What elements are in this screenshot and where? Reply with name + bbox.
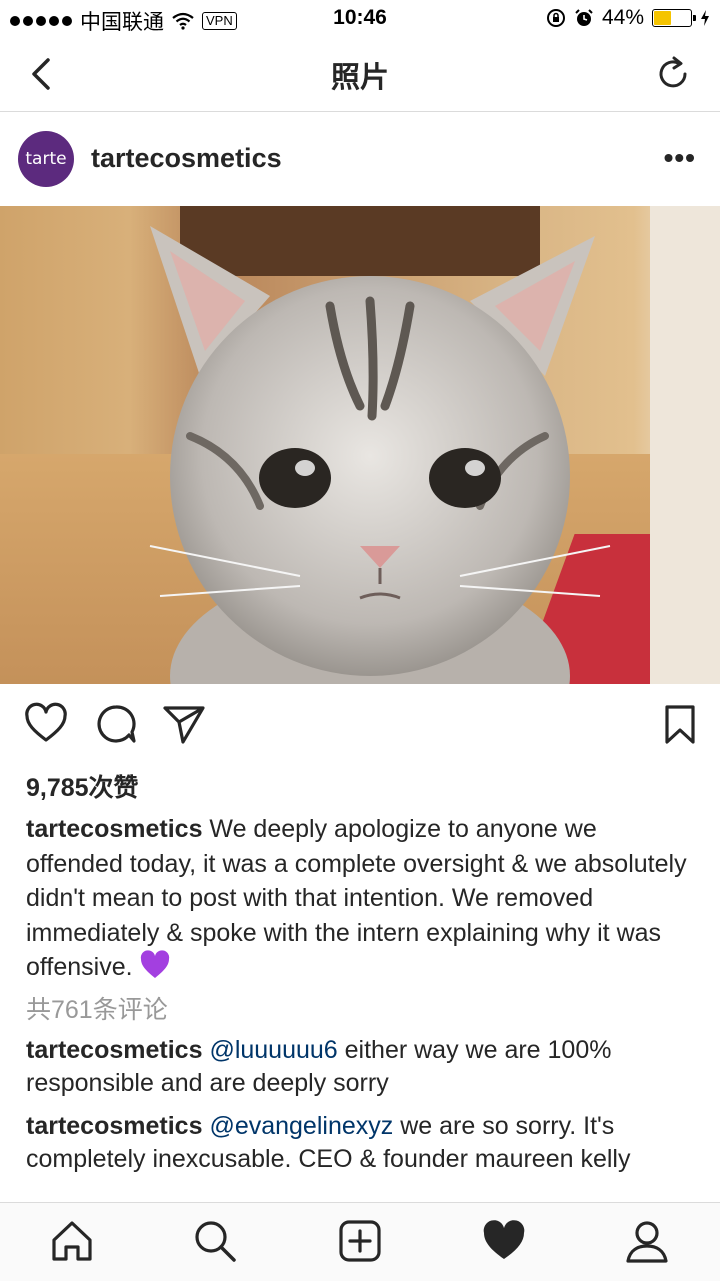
comment-mention[interactable]: @evangelinexyz [209, 1112, 393, 1140]
status-bar: 中国联通 VPN 10:46 44% [0, 0, 720, 38]
add-post-icon[interactable] [337, 1218, 383, 1264]
charging-icon [701, 10, 709, 26]
comment-mention[interactable]: @luuuuuu6 [209, 1036, 337, 1064]
profile-icon[interactable] [624, 1218, 670, 1264]
comment-bubble-icon[interactable] [94, 702, 138, 746]
avatar[interactable]: tarte [18, 131, 74, 187]
like-count[interactable]: 9,785次赞 [26, 768, 139, 804]
caption-username[interactable]: tartecosmetics [26, 815, 202, 843]
status-right: 44% [546, 6, 710, 30]
comment-username[interactable]: tartecosmetics [26, 1112, 202, 1140]
bookmark-icon[interactable] [658, 702, 702, 746]
cat-photo-illustration [149, 226, 611, 684]
heart-filled-icon[interactable] [481, 1218, 527, 1264]
home-icon[interactable] [49, 1218, 95, 1264]
bottom-tab-bar [0, 1202, 720, 1281]
comment-item: tartecosmetics @evangelinexyz we are so … [26, 1110, 698, 1202]
comment-item: tartecosmetics @luuuuuu6 either way we a… [26, 1034, 698, 1100]
refresh-icon[interactable] [652, 52, 696, 96]
navigation-bar: 照片 [0, 38, 720, 112]
avatar-logo-text: tarte [25, 149, 67, 169]
post-username[interactable]: tartecosmetics [91, 143, 282, 174]
battery-percent: 44% [601, 6, 644, 29]
more-dots-icon[interactable]: ••• [664, 142, 696, 174]
comment-username[interactable]: tartecosmetics [26, 1036, 202, 1064]
paper-plane-icon[interactable] [162, 702, 206, 746]
battery-icon [652, 9, 696, 27]
alarm-icon [575, 9, 593, 26]
page-title: 照片 [330, 62, 389, 94]
rotation-lock-icon [546, 9, 565, 27]
search-icon[interactable] [192, 1218, 238, 1264]
post-actions [0, 694, 720, 758]
post-header: tarte tartecosmetics ••• [0, 112, 720, 206]
view-all-comments-link[interactable]: 共761条评论 [26, 990, 168, 1026]
post-photo[interactable] [0, 206, 720, 684]
heart-outline-icon[interactable] [24, 702, 68, 746]
post-caption: tartecosmetics We deeply apologize to an… [26, 812, 698, 985]
purple-heart-emoji [140, 950, 169, 978]
